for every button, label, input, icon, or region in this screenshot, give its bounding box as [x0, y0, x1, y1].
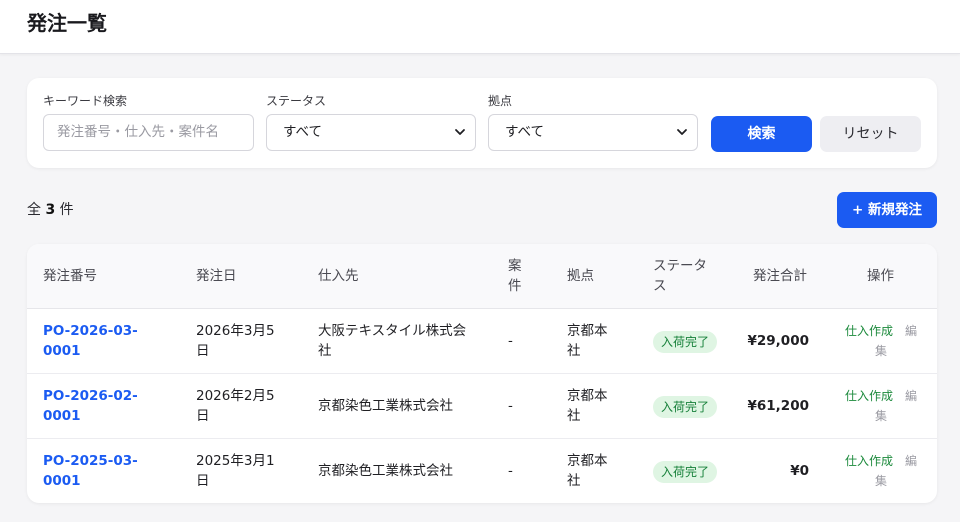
edit-link-line2[interactable]: 集	[875, 341, 887, 361]
location-line1: 京都本	[567, 453, 608, 469]
filter-panel: キーワード検索 発注番号・仕入先・案件名 ステータス すべて 拠点 すべて 検索…	[27, 78, 937, 168]
po-number-line1: PO-2026-03-	[43, 323, 138, 339]
status-badge: 入荷完了	[653, 331, 717, 353]
keyword-search-input[interactable]: 発注番号・仕入先・案件名	[43, 114, 254, 151]
order-total: ¥29,000	[747, 333, 810, 349]
po-number-link[interactable]: PO-2026-02- 0001	[43, 386, 138, 426]
table-row: PO-2025-03- 0001 2025年3月1 日 京都染色工業株式会社 -…	[27, 439, 937, 503]
location-line1: 京都本	[567, 323, 608, 339]
header-project-line1: 案	[508, 258, 522, 274]
order-date-line2: 日	[196, 343, 210, 359]
order-date: 2026年2月5 日	[196, 386, 275, 426]
project-name: -	[508, 398, 513, 414]
header-status-line1: ステータ	[653, 258, 707, 274]
status-label: ステータス	[266, 94, 327, 108]
order-total: ¥0	[790, 463, 809, 479]
supplier-name: 京都染色工業株式会社	[318, 463, 453, 479]
po-number-line2: 0001	[43, 343, 81, 359]
header-po-number: 発注番号	[43, 268, 97, 284]
project-name: -	[508, 463, 513, 479]
header-total: 発注合計	[753, 268, 807, 284]
status-badge: 入荷完了	[653, 396, 717, 418]
location-line2: 社	[567, 473, 581, 489]
edit-link[interactable]: 編	[905, 451, 919, 471]
po-number-line2: 0001	[43, 473, 81, 489]
header-status-line2: ス	[653, 278, 667, 294]
po-number-line1: PO-2026-02-	[43, 388, 138, 404]
po-number-link[interactable]: PO-2026-03- 0001	[43, 321, 138, 361]
order-date-line1: 2025年3月1	[196, 453, 275, 469]
order-date-line2: 日	[196, 408, 210, 424]
page-title: 発注一覧	[27, 11, 107, 35]
count-value: 3	[45, 202, 56, 218]
edit-link[interactable]: 編	[905, 386, 919, 406]
create-purchase-link[interactable]: 仕入作成	[845, 321, 893, 341]
header-actions: 操作	[867, 268, 894, 284]
location-name: 京都本 社	[567, 321, 608, 361]
supplier-name: 大阪テキスタイル株式会 社	[318, 321, 466, 361]
table-row: PO-2026-03- 0001 2026年3月5 日 大阪テキスタイル株式会 …	[27, 309, 937, 374]
location-select-value: すべて	[505, 124, 545, 140]
status-badge: 入荷完了	[653, 461, 717, 483]
po-number-line2: 0001	[43, 408, 81, 424]
order-date: 2025年3月1 日	[196, 451, 275, 491]
header-project-line2: 件	[508, 278, 522, 294]
chevron-down-icon	[677, 129, 687, 135]
status-select[interactable]: すべて	[266, 114, 476, 151]
supplier-name: 京都染色工業株式会社	[318, 398, 453, 414]
top-header: 発注一覧	[0, 0, 960, 54]
new-order-button[interactable]: + 新規発注	[837, 192, 937, 228]
order-date-line1: 2026年3月5	[196, 323, 275, 339]
reset-button[interactable]: リセット	[820, 116, 921, 152]
edit-link[interactable]: 編	[905, 321, 919, 341]
location-line1: 京都本	[567, 388, 608, 404]
orders-table: 発注番号 発注日 仕入先 案 件 拠点 ステータ ス 発注合計 操作 PO-20…	[27, 244, 937, 503]
table-header: 発注番号 発注日 仕入先 案 件 拠点 ステータ ス 発注合計 操作	[27, 244, 937, 309]
project-name: -	[508, 333, 513, 349]
location-select[interactable]: すべて	[488, 114, 698, 151]
count-suffix: 件	[59, 202, 74, 218]
po-number-line1: PO-2025-03-	[43, 453, 138, 469]
location-name: 京都本 社	[567, 386, 608, 426]
status-select-value: すべて	[283, 124, 323, 140]
create-purchase-link[interactable]: 仕入作成	[845, 386, 893, 406]
location-name: 京都本 社	[567, 451, 608, 491]
chevron-down-icon	[455, 129, 465, 135]
count-prefix: 全	[27, 202, 41, 218]
supplier-line1: 大阪テキスタイル株式会	[318, 323, 467, 339]
header-project: 案 件	[508, 256, 524, 296]
header-supplier: 仕入先	[318, 268, 359, 284]
search-button[interactable]: 検索	[711, 116, 812, 152]
edit-link-line2[interactable]: 集	[875, 471, 887, 491]
order-total: ¥61,200	[747, 398, 810, 414]
edit-link-line2[interactable]: 集	[875, 406, 887, 426]
header-status: ステータ ス	[653, 256, 707, 296]
result-count: 全 3 件	[27, 200, 74, 220]
keyword-placeholder: 発注番号・仕入先・案件名	[57, 124, 219, 140]
keyword-label: キーワード検索	[43, 94, 128, 108]
location-label: 拠点	[488, 94, 513, 108]
order-date-line1: 2026年2月5	[196, 388, 275, 404]
location-line2: 社	[567, 408, 581, 424]
order-date: 2026年3月5 日	[196, 321, 275, 361]
order-date-line2: 日	[196, 473, 210, 489]
table-row: PO-2026-02- 0001 2026年2月5 日 京都染色工業株式会社 -…	[27, 374, 937, 439]
location-line2: 社	[567, 343, 581, 359]
po-number-link[interactable]: PO-2025-03- 0001	[43, 451, 138, 491]
header-order-date: 発注日	[196, 268, 237, 284]
supplier-line2: 社	[318, 343, 332, 359]
create-purchase-link[interactable]: 仕入作成	[845, 451, 893, 471]
header-location: 拠点	[567, 268, 594, 284]
